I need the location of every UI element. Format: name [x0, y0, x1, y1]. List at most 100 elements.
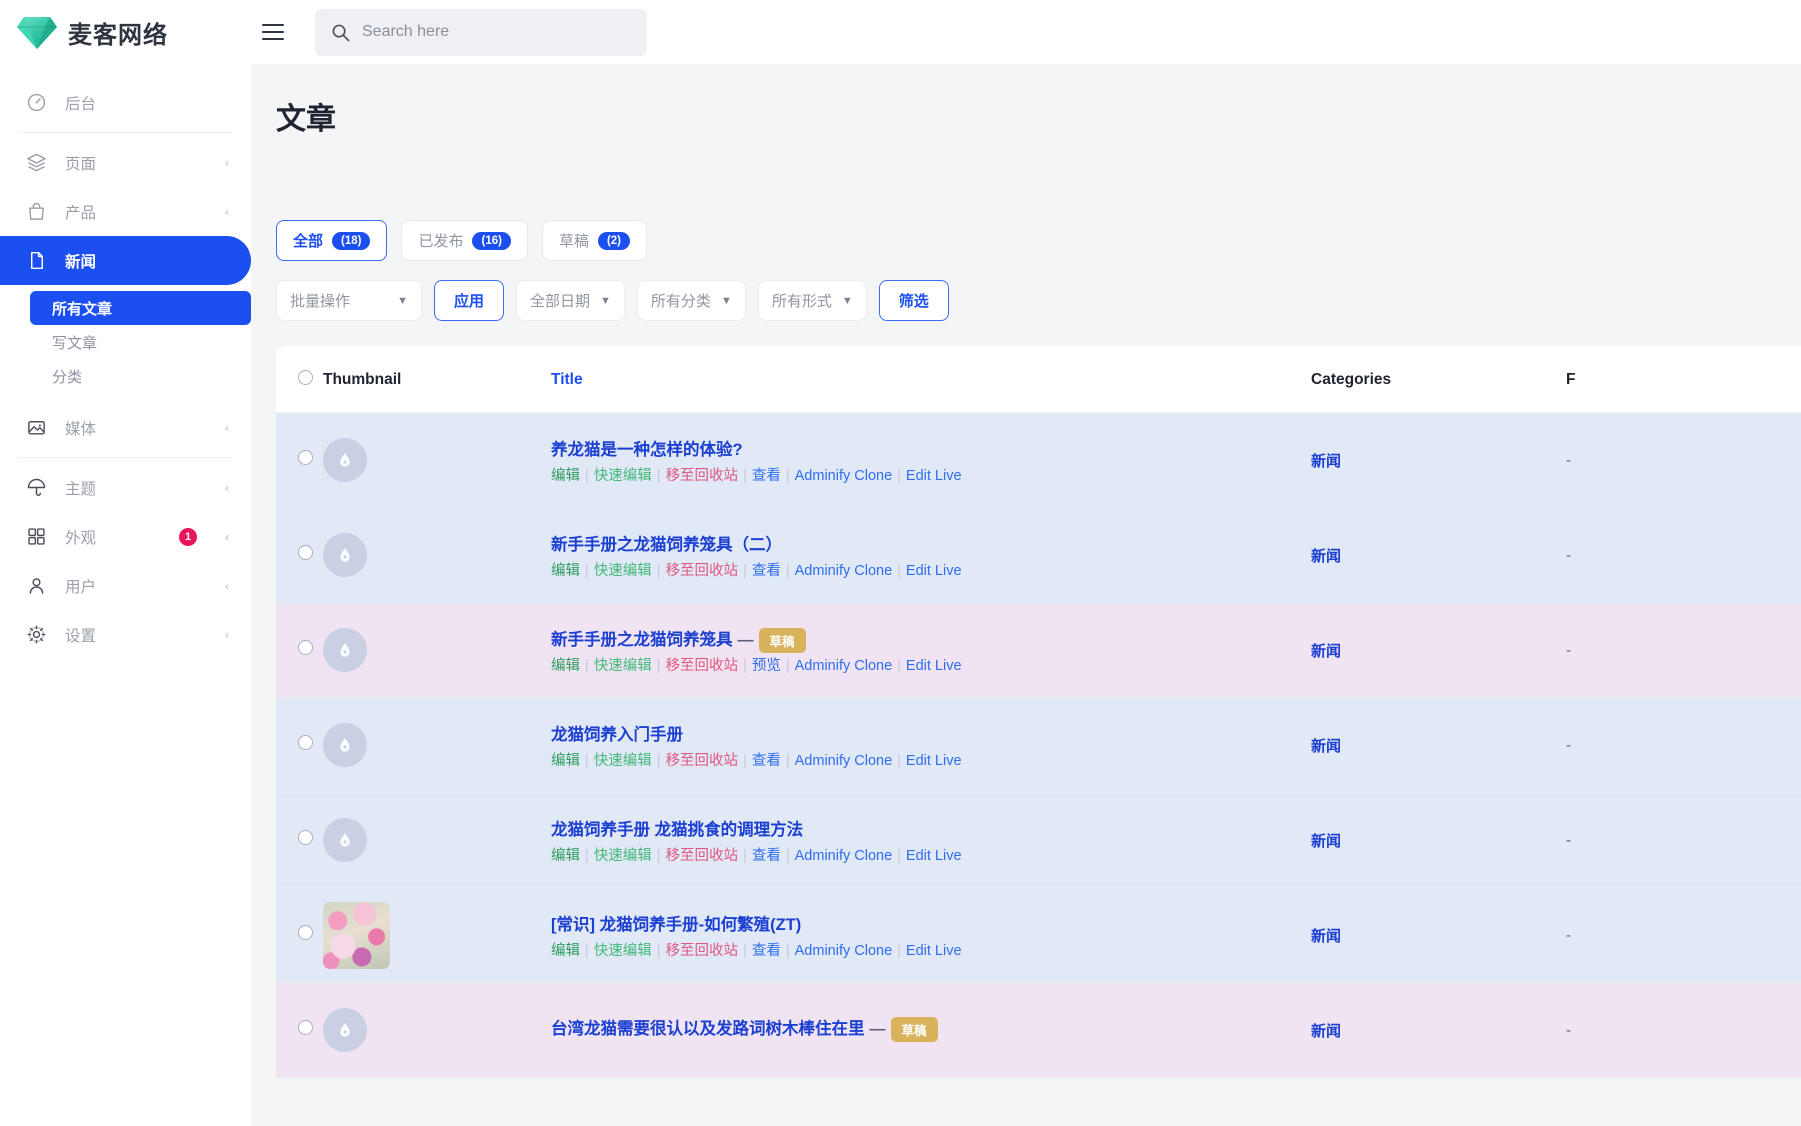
category-filter-select[interactable]: 所有分类 ▼ [636, 280, 746, 321]
sidebar-item-news[interactable]: 新闻 [0, 236, 251, 285]
row-action-link[interactable]: 移至回收站 [666, 753, 739, 769]
sidebar-item-products[interactable]: 产品 ‹ [0, 187, 251, 236]
row-select-cell[interactable] [276, 507, 323, 603]
row-select-cell[interactable] [276, 412, 323, 508]
category-link[interactable]: 新闻 [1311, 928, 1341, 945]
row-select-cell[interactable] [276, 792, 323, 888]
row-action-link[interactable]: 编辑 [551, 658, 580, 674]
row-category-cell[interactable]: 新闻 [1311, 982, 1566, 1078]
row-action-link[interactable]: Adminify Clone [795, 563, 893, 579]
row-action-link[interactable]: 查看 [752, 848, 781, 864]
row-action-link[interactable]: 查看 [752, 563, 781, 579]
bulk-action-select[interactable]: 批量操作 ▼ [276, 280, 422, 321]
radio-unchecked-icon[interactable] [298, 370, 313, 385]
category-link[interactable]: 新闻 [1311, 453, 1341, 470]
row-action-link[interactable]: 编辑 [551, 563, 580, 579]
row-action-link[interactable]: Adminify Clone [795, 468, 893, 484]
table-row[interactable]: 养龙猫是一种怎样的体验? 编辑 | 快速编辑 | 移至回收站 | 查看 | Adminify Cl… [276, 412, 1801, 508]
radio-unchecked-icon[interactable] [298, 545, 313, 560]
post-title-link[interactable]: 龙猫饲养入门手册 [551, 721, 683, 745]
table-row[interactable]: 新手手册之龙猫饲养笼具（二） 编辑 | 快速编辑 | 移至回收站 | 查看 | Adminify … [276, 507, 1801, 603]
row-action-link[interactable]: 查看 [752, 753, 781, 769]
sidebar-subitem-all-posts[interactable]: 所有文章 [30, 291, 251, 325]
row-category-cell[interactable]: 新闻 [1311, 887, 1566, 983]
table-row[interactable]: 台湾龙猫需要很认以及发路词树木棒住在里 — 草稿 新闻 - [276, 982, 1801, 1078]
post-title-link[interactable]: 新手手册之龙猫饲养笼具（二） [551, 531, 782, 555]
row-action-link[interactable]: 移至回收站 [666, 563, 739, 579]
row-action-link[interactable]: Edit Live [906, 943, 962, 959]
row-action-link[interactable]: 移至回收站 [666, 943, 739, 959]
row-category-cell[interactable]: 新闻 [1311, 792, 1566, 888]
date-filter-select[interactable]: 全部日期 ▼ [516, 280, 625, 321]
row-select-cell[interactable] [276, 982, 323, 1078]
column-header-title[interactable]: Title [551, 346, 1311, 413]
row-action-link[interactable]: Edit Live [906, 563, 962, 579]
row-action-link[interactable]: 编辑 [551, 468, 580, 484]
post-title-link[interactable]: [常识] 龙猫饲养手册-如何繁殖(ZT) [551, 911, 801, 935]
row-action-link[interactable]: Edit Live [906, 658, 962, 674]
row-action-link[interactable]: 移至回收站 [666, 468, 739, 484]
table-row[interactable]: 龙猫饲养手册 龙猫挑食的调理方法 编辑 | 快速编辑 | 移至回收站 | 查看 | Adminif… [276, 792, 1801, 888]
row-action-link[interactable]: 编辑 [551, 753, 580, 769]
category-link[interactable]: 新闻 [1311, 738, 1341, 755]
tab-draft[interactable]: 草稿 (2) [541, 220, 648, 261]
post-title-link[interactable]: 新手手册之龙猫饲养笼具 [551, 626, 733, 650]
row-category-cell[interactable]: 新闻 [1311, 507, 1566, 603]
radio-unchecked-icon[interactable] [298, 450, 313, 465]
table-row[interactable]: 新手手册之龙猫饲养笼具 — 草稿 编辑 | 快速编辑 | 移至回收站 | 预览 | Adminify … [276, 602, 1801, 698]
tab-published[interactable]: 已发布 (16) [401, 220, 528, 261]
sidebar-item-media[interactable]: 媒体 ‹ [0, 403, 251, 452]
row-action-link[interactable]: 快速编辑 [594, 848, 652, 864]
row-action-link[interactable]: 快速编辑 [594, 943, 652, 959]
radio-unchecked-icon[interactable] [298, 640, 313, 655]
sidebar-item-pages[interactable]: 页面 ‹ [0, 138, 251, 187]
sidebar-subitem-categories[interactable]: 分类 [30, 359, 251, 393]
sidebar-item-theme[interactable]: 主题 ‹ [0, 463, 251, 512]
post-title-link[interactable]: 养龙猫是一种怎样的体验? [551, 436, 743, 460]
row-action-link[interactable]: 查看 [752, 943, 781, 959]
column-header-title-link[interactable]: Title [551, 371, 583, 388]
row-action-link[interactable]: Adminify Clone [795, 658, 893, 674]
row-action-link[interactable]: 查看 [752, 468, 781, 484]
row-action-link[interactable]: Adminify Clone [795, 848, 893, 864]
post-title-link[interactable]: 台湾龙猫需要很认以及发路词树木棒住在里 [551, 1015, 865, 1039]
row-action-link[interactable]: Adminify Clone [795, 753, 893, 769]
row-action-link[interactable]: 快速编辑 [594, 563, 652, 579]
table-row[interactable]: [常识] 龙猫饲养手册-如何繁殖(ZT) 编辑 | 快速编辑 | 移至回收站 | 查看 | Adm… [276, 887, 1801, 983]
row-select-cell[interactable] [276, 697, 323, 793]
sidebar-subitem-write-post[interactable]: 写文章 [30, 325, 251, 359]
category-link[interactable]: 新闻 [1311, 1023, 1341, 1040]
category-link[interactable]: 新闻 [1311, 548, 1341, 565]
radio-unchecked-icon[interactable] [298, 735, 313, 750]
sidebar-item-settings[interactable]: 设置 ‹ [0, 610, 251, 659]
hamburger-icon[interactable] [251, 0, 295, 64]
row-action-link[interactable]: 编辑 [551, 943, 580, 959]
radio-unchecked-icon[interactable] [298, 1020, 313, 1035]
search-input[interactable]: Search here [315, 8, 647, 56]
apply-button[interactable]: 应用 [434, 280, 505, 321]
row-category-cell[interactable]: 新闻 [1311, 697, 1566, 793]
format-filter-select[interactable]: 所有形式 ▼ [757, 280, 867, 321]
category-link[interactable]: 新闻 [1311, 643, 1341, 660]
post-title-link[interactable]: 龙猫饲养手册 龙猫挑食的调理方法 [551, 816, 803, 840]
brand[interactable]: 麦客网络 [0, 0, 251, 64]
tab-all[interactable]: 全部 (18) [276, 220, 388, 261]
row-select-cell[interactable] [276, 602, 323, 698]
row-category-cell[interactable]: 新闻 [1311, 602, 1566, 698]
radio-unchecked-icon[interactable] [298, 925, 313, 940]
filter-button[interactable]: 筛选 [878, 280, 949, 321]
sidebar-item-appearance[interactable]: 外观 1 ‹ [0, 512, 251, 561]
row-action-link[interactable]: Edit Live [906, 753, 962, 769]
row-action-link[interactable]: 快速编辑 [594, 658, 652, 674]
sidebar-item-dashboard[interactable]: 后台 [0, 78, 251, 127]
row-action-link[interactable]: Adminify Clone [795, 943, 893, 959]
row-action-link[interactable]: 移至回收站 [666, 848, 739, 864]
row-select-cell[interactable] [276, 887, 323, 983]
table-row[interactable]: 龙猫饲养入门手册 编辑 | 快速编辑 | 移至回收站 | 查看 | Adminify Clone |… [276, 697, 1801, 793]
radio-unchecked-icon[interactable] [298, 830, 313, 845]
row-action-link[interactable]: 快速编辑 [594, 753, 652, 769]
row-action-link[interactable]: 编辑 [551, 848, 580, 864]
row-action-link[interactable]: 快速编辑 [594, 468, 652, 484]
sidebar-item-users[interactable]: 用户 ‹ [0, 561, 251, 610]
row-action-link[interactable]: 预览 [752, 658, 781, 674]
